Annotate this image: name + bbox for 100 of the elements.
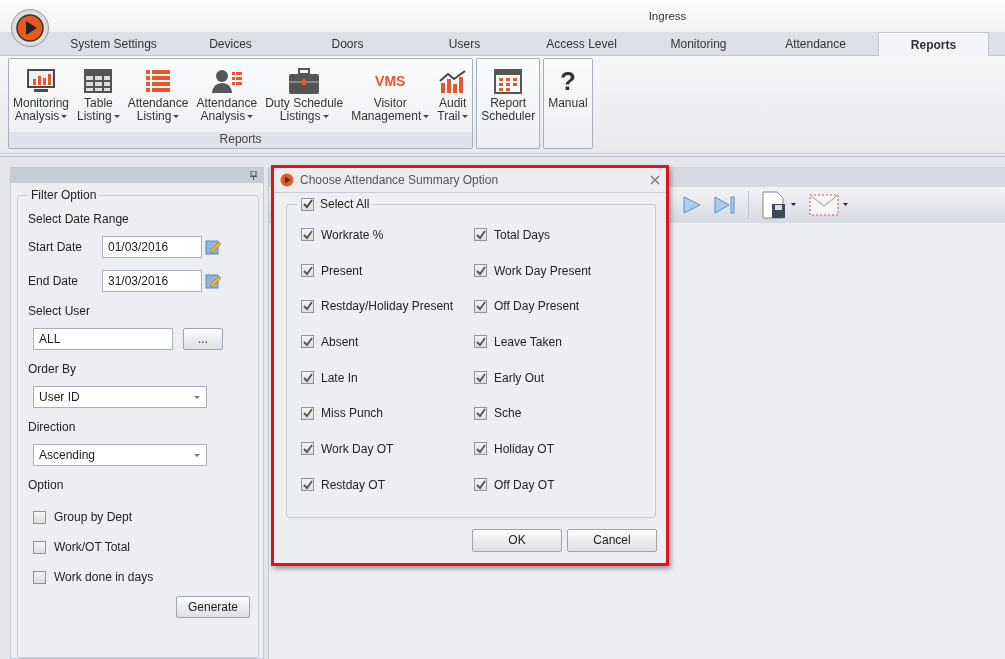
checkbox-label: Off Day OT [494,477,555,492]
pin-icon[interactable] [250,171,257,180]
date-field[interactable]: 01/03/2016 [102,236,202,258]
skip-to-end-icon[interactable] [714,195,736,215]
ribbon-button[interactable]: VMS Visitor Management [347,59,434,132]
checkbox[interactable] [33,570,46,584]
browse-button[interactable]: ... [183,328,223,350]
checkbox-label: Work Day Present [494,263,592,278]
checkbox[interactable] [474,371,487,385]
ribbon-tab[interactable]: Reports [878,32,989,56]
checkbox-label: Restday/Holiday Present [321,299,454,314]
checkbox[interactable] [474,228,487,242]
caret-icon [194,454,200,457]
checkbox-label: Work/OT Total [54,540,131,554]
checkbox-label: Restday OT [321,477,386,492]
checkbox-label: Holiday OT [494,441,555,456]
field-label: Start Date [28,240,84,254]
checkbox[interactable] [301,228,314,242]
checkbox-label: Off Day Present [494,299,580,314]
table-icon [84,69,113,93]
caret-icon [113,115,120,119]
caret-icon [423,115,430,119]
checkbox[interactable] [474,442,487,456]
checkbox[interactable] [474,299,487,313]
ribbon-tab[interactable]: Access Level [523,32,640,55]
generate-button[interactable]: Generate [176,596,250,618]
cancel-button[interactable]: Cancel [567,528,657,552]
field-label: End Date [28,274,80,288]
save-document-icon[interactable] [761,191,797,219]
checkbox[interactable] [301,478,314,492]
checkbox[interactable] [33,540,46,554]
ribbon-button[interactable]: Attendance Listing [123,59,193,132]
field-label: Direction [28,420,77,434]
checkbox-label: Total Days [494,227,551,242]
checkbox[interactable] [474,335,487,349]
calendar-pencil-icon[interactable] [205,273,221,289]
caret-icon [194,396,200,399]
close-icon[interactable] [650,175,660,185]
ribbon-tab[interactable]: Devices [172,32,289,55]
ok-button[interactable]: OK [472,528,562,552]
group-title: Filter Option [30,188,98,202]
briefcase-icon [289,68,320,94]
checkbox[interactable] [474,264,487,278]
help-glyph: ? [559,74,576,88]
checkbox[interactable] [301,335,314,349]
checkbox[interactable] [301,442,314,456]
checkbox-label: Select All [320,197,370,211]
date-field[interactable]: 31/03/2016 [102,270,202,292]
checkbox[interactable] [301,264,314,278]
direction-dropdown[interactable]: Ascending [33,444,207,466]
checkbox-label: Work done in days [54,570,154,584]
checkbox[interactable] [33,510,46,524]
caret-icon [462,115,469,119]
ribbon-tab[interactable]: Monitoring [640,32,757,55]
group-label: Reports [9,132,473,148]
checkbox-label: Leave Taken [494,334,562,349]
field-label: Order By [28,362,77,376]
checkbox[interactable] [301,197,314,211]
checkbox-label: Present [321,263,363,278]
checkbox-label: Sche [494,406,522,421]
monitor-chart-icon [26,68,56,94]
ribbon-tab[interactable]: Doors [289,32,406,55]
ribbon-tab[interactable]: Attendance [757,32,874,55]
app-logo-icon [280,173,294,187]
ribbon-button[interactable]: ? Manual [544,59,592,148]
caret-icon [322,115,329,119]
checkbox-label: Late In [321,370,358,385]
caret-icon [247,115,254,119]
calendar-icon [494,68,523,94]
section-label: Select Date Range [28,212,130,226]
checkbox-label: Group by Dept [54,510,133,524]
checkbox-label: Absent [321,334,359,349]
ribbon-tab[interactable]: Users [406,32,523,55]
chart-icon [438,69,467,93]
calendar-pencil-icon[interactable] [205,239,221,255]
ribbon-button[interactable]: Monitoring Analysis [9,59,74,132]
checkbox[interactable] [474,478,487,492]
checkbox[interactable] [474,406,487,420]
caret-icon [61,115,68,119]
dialog-title: Choose Attendance Summary Option [300,173,500,187]
ribbon-button[interactable]: Attendance Analysis [192,59,262,132]
checkbox[interactable] [301,406,314,420]
ribbon-tab[interactable]: System Settings [55,32,172,55]
checkbox-label: Early Out [494,370,544,385]
ribbon-button[interactable]: Table Listing [73,59,124,132]
checkbox[interactable] [301,299,314,313]
vms-logo: VMS [375,74,406,88]
user-field[interactable]: ALL [33,328,173,350]
order-by-dropdown[interactable]: User ID [33,386,207,408]
window-title: Ingress [648,10,687,22]
checkbox[interactable] [301,371,314,385]
checkbox-label: Miss Punch [321,406,384,421]
checkbox-label: Work Day OT [321,441,394,456]
field-label: Select User [28,304,92,318]
section-label: Option [28,478,65,492]
ribbon-button[interactable]: Audit Trail [433,59,473,132]
person-list-icon [211,69,242,93]
checkbox-label: Workrate % [321,227,384,242]
ribbon-button[interactable]: Report Scheduler [477,59,540,148]
ribbon-button[interactable]: Duty Schedule Listings [261,59,348,132]
